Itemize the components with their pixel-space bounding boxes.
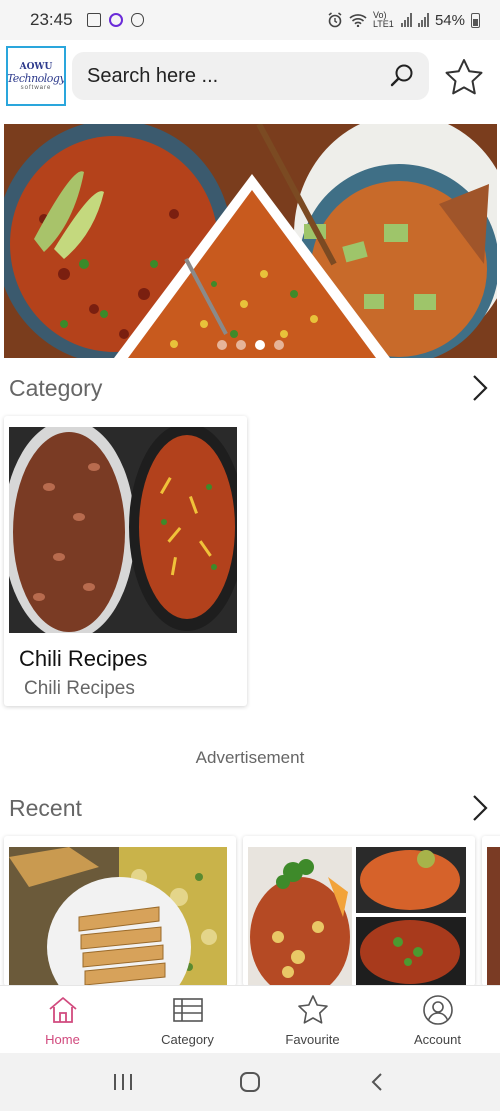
home-icon [48,997,77,1023]
recent-section-title: Recent [9,794,82,821]
signal-icon-2 [417,13,429,27]
status-time: 23:45 [30,10,73,29]
network-label: Vo) LTE1 [372,10,394,29]
search-input[interactable]: Search here ... [87,65,389,88]
instagram-icon [108,13,123,27]
banner-slider[interactable] [4,124,497,358]
bug-icon [130,13,144,27]
banner-dot-1[interactable] [217,340,227,350]
battery-percentage: 54% [434,11,465,29]
recent-card-image [487,847,500,986]
category-card-image [9,427,237,633]
list-icon [172,998,203,1022]
nav-favourite-label: Favourite [285,1032,340,1047]
category-card-title: Chili Recipes [19,646,148,671]
nav-home[interactable]: Home [0,986,125,1053]
app-header: AOWU Technology software Search here ... [0,40,500,114]
banner-dot-2[interactable] [236,340,246,350]
alarm-icon [328,12,342,28]
nav-favourite[interactable]: Favourite [250,986,375,1053]
nav-account-label: Account [414,1032,461,1047]
image-notification-icon [86,13,101,27]
system-navigation-bar [0,1053,500,1111]
search-icon[interactable] [389,63,415,89]
back-icon [371,1073,382,1091]
nav-category-label: Category [161,1032,214,1047]
recent-card-3[interactable] [482,836,500,986]
battery-icon [471,12,480,28]
banner-pagination [4,340,497,350]
category-section-header[interactable]: Category [0,368,500,408]
recent-card-1[interactable] [4,836,236,986]
nav-home-label: Home [45,1032,80,1047]
recent-card-2[interactable] [243,836,475,986]
app-logo[interactable]: AOWU Technology software [6,46,66,106]
nav-category[interactable]: Category [125,986,250,1053]
favourite-star-icon[interactable] [444,58,484,96]
chevron-right-icon[interactable] [466,373,492,403]
logo-line-1: AOWU [19,61,53,72]
back-button[interactable] [362,1067,392,1097]
home-circle-icon [239,1072,260,1092]
recent-card-image [9,847,227,986]
signal-icon [400,13,412,27]
chevron-right-icon[interactable] [466,793,492,823]
nav-account[interactable]: Account [375,986,500,1053]
wifi-icon [349,14,367,27]
home-button[interactable] [235,1067,265,1097]
recent-apps-button[interactable] [108,1067,138,1097]
banner-image [4,124,497,358]
status-bar: 23:45 Vo) LTE1 54% [0,0,500,40]
category-card-chili[interactable]: Chili Recipes Chili Recipes [4,416,247,706]
recent-apps-icon [114,1074,133,1090]
banner-dot-3[interactable] [255,340,265,350]
account-icon [422,995,453,1025]
star-icon [297,995,328,1024]
category-section-title: Category [9,374,103,401]
bottom-navigation: Home Category Favourite Account [0,985,500,1053]
recent-section-header[interactable]: Recent [0,788,500,828]
advertisement-label: Advertisement [195,748,305,767]
category-card-subtitle: Chili Recipes [24,678,135,699]
recent-card-image [248,847,466,986]
logo-line-2: Technology [6,71,66,85]
search-bar[interactable]: Search here ... [72,52,429,100]
logo-line-3: software [20,84,52,91]
banner-dot-4[interactable] [274,340,284,350]
